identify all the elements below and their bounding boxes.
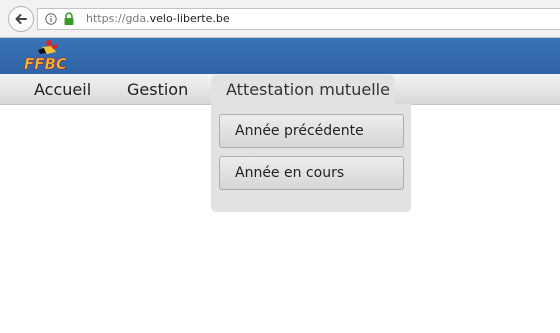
address-bar[interactable]: https://gda.velo-liberte.be xyxy=(37,8,560,30)
url-host-main: velo-liberte.be xyxy=(149,12,230,25)
url-text[interactable]: https://gda.velo-liberte.be xyxy=(86,12,230,25)
site-header: FFBC xyxy=(0,38,560,74)
menu-item-label: Année en cours xyxy=(235,165,345,181)
menu-item-label: Année précédente xyxy=(235,123,364,139)
menu-item-annee-precedente[interactable]: Année précédente xyxy=(219,114,404,148)
nav-item-label: Attestation mutuelle xyxy=(226,80,390,99)
url-scheme: https:// xyxy=(86,12,126,25)
ffbc-logo[interactable]: FFBC xyxy=(22,38,66,72)
nav-item-gestion[interactable]: Gestion xyxy=(127,80,188,99)
lock-icon xyxy=(64,12,74,25)
attestation-dropdown-menu: Année précédente Année en cours xyxy=(211,104,411,212)
info-icon[interactable] xyxy=(45,13,57,25)
back-button[interactable] xyxy=(8,6,34,32)
nav-item-attestation-mutuelle[interactable]: Attestation mutuelle xyxy=(211,75,395,105)
logo-text: FFBC xyxy=(24,55,66,72)
arrow-left-icon xyxy=(15,14,27,24)
nav-item-accueil[interactable]: Accueil xyxy=(34,80,91,99)
browser-toolbar: https://gda.velo-liberte.be xyxy=(0,0,560,38)
url-host-prefix: gda. xyxy=(125,12,150,25)
menu-item-annee-en-cours[interactable]: Année en cours xyxy=(219,156,404,190)
